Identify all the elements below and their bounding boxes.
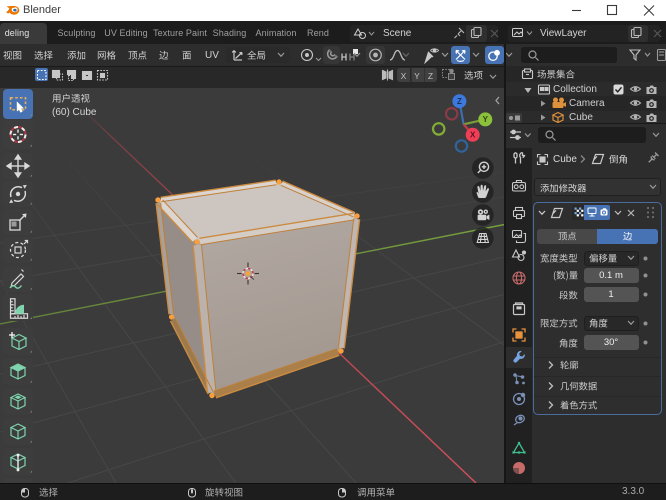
svg-text:X: X [470,131,476,140]
svg-text:Z: Z [457,97,462,106]
svg-text:Y: Y [483,115,489,124]
